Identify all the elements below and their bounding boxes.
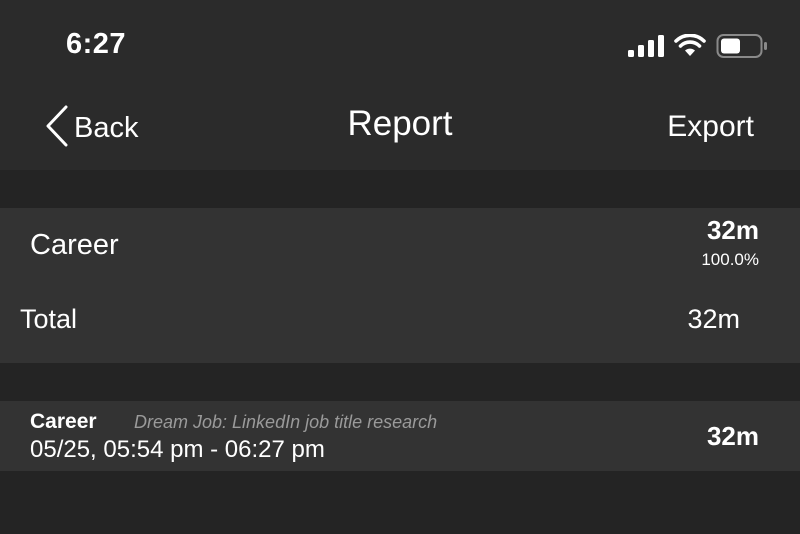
cellular-signal-icon [628,34,664,62]
report-screen: 6:27 Back Report Export Career 32m 100.0… [0,0,800,534]
entry-category: Career [30,410,97,433]
time-entry-row[interactable]: Career Dream Job: LinkedIn job title res… [0,401,800,471]
status-time: 6:27 [66,28,127,60]
summary-category-name: Career [30,229,119,261]
status-bar: 6:27 [0,0,800,90]
summary-category-percent: 100.0% [701,250,759,269]
entry-note: Dream Job: LinkedIn job title research [134,412,438,432]
summary-category-duration: 32m [706,215,759,245]
status-icons [628,33,768,64]
battery-icon [716,33,768,64]
entry-duration: 32m [706,421,759,451]
export-button[interactable]: Export [667,110,754,144]
navigation-bar: Back Report Export [0,90,800,170]
total-value: 32m [687,304,740,334]
entry-time-range: 05/25, 05:54 pm - 06:27 pm [30,436,325,463]
total-label: Total [20,304,78,334]
summary-section: Career 32m 100.0% Total 32m [0,208,800,363]
wifi-icon [674,33,706,63]
